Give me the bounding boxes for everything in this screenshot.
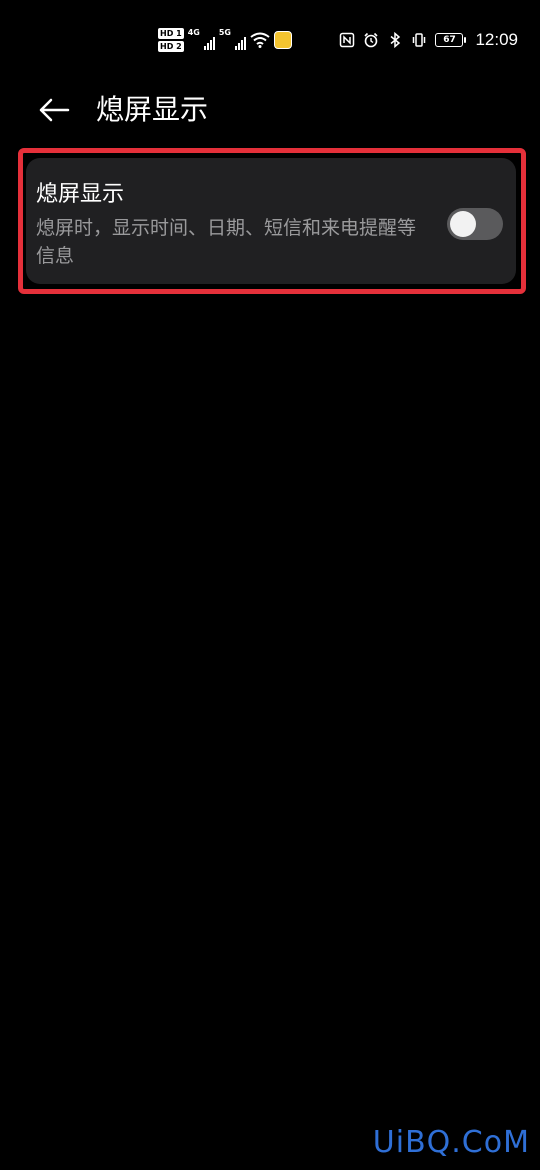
battery-icon: 67	[435, 33, 467, 47]
back-button[interactable]	[34, 90, 74, 130]
sim2-hd-badge: HD 2	[158, 41, 184, 52]
bluetooth-icon	[390, 32, 401, 48]
status-bar: HD 1 HD 2 4G 5G 67 12:09	[0, 0, 540, 80]
sim2-signal-icon	[234, 36, 246, 50]
arrow-left-icon	[39, 98, 70, 122]
aod-setting-row[interactable]: 熄屏显示 熄屏时，显示时间、日期、短信和来电提醒等信息	[26, 158, 516, 284]
status-clock: 12:09	[475, 30, 518, 49]
aod-toggle[interactable]	[447, 208, 503, 240]
alarm-icon	[364, 32, 379, 48]
watermark: UiBQ.CoM	[372, 1125, 530, 1160]
toggle-knob	[450, 211, 476, 237]
app-notification-icon	[273, 31, 292, 49]
hd-badges: HD 1 HD 2	[158, 28, 184, 52]
wifi-icon	[250, 32, 270, 48]
vibrate-icon	[413, 33, 426, 47]
battery-level: 67	[443, 34, 456, 45]
status-bar-right: 67 12:09	[339, 28, 518, 52]
setting-title: 熄屏显示	[36, 182, 125, 207]
sim1-signal-icon	[203, 36, 215, 50]
page-title: 熄屏显示	[96, 93, 209, 126]
sim1-network-label: 4G	[187, 28, 200, 37]
nfc-icon	[340, 32, 355, 48]
sim2-network-label: 5G	[218, 28, 231, 37]
app-header: 熄屏显示	[0, 80, 540, 136]
sim1-hd-badge: HD 1	[158, 28, 184, 39]
setting-description: 熄屏时，显示时间、日期、短信和来电提醒等信息	[36, 217, 417, 267]
status-bar-left: HD 1 HD 2 4G 5G	[158, 24, 292, 56]
